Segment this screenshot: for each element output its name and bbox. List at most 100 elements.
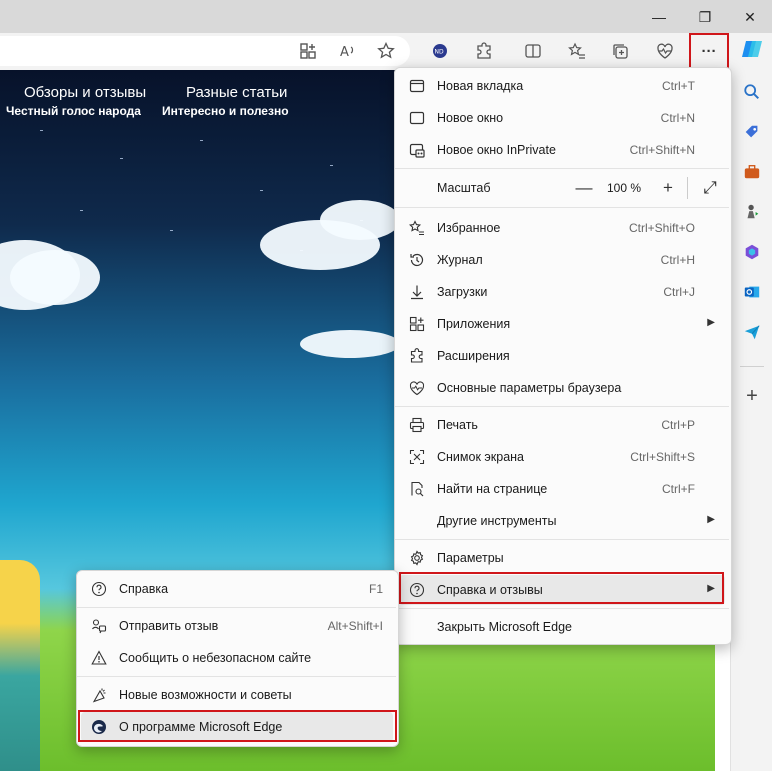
submenu-item-label: Новые возможности и советы (119, 688, 292, 702)
submenu-item-help[interactable]: Справка F1 (81, 574, 393, 604)
new-window-icon (409, 110, 425, 126)
drop-icon[interactable] (740, 320, 764, 344)
menu-item-shortcut: Ctrl+T (662, 79, 695, 93)
submenu-item-report-unsafe[interactable]: Сообщить о небезопасном сайте (81, 643, 393, 673)
menu-item-label: Новое окно (437, 111, 504, 125)
menu-item-label: Справка и отзывы (437, 583, 543, 597)
menu-item-label: Параметры (437, 551, 504, 565)
submenu-item-label: Сообщить о небезопасном сайте (119, 651, 312, 665)
apps-icon[interactable] (296, 39, 320, 63)
svg-text:ND: ND (435, 49, 444, 56)
menu-item-find[interactable]: Найти на странице Ctrl+F (399, 474, 725, 504)
svg-text:A: A (340, 45, 349, 60)
help-icon (91, 581, 107, 597)
zoom-divider (687, 177, 688, 199)
browser-essentials-icon (409, 380, 425, 396)
menu-item-shortcut: Ctrl+P (661, 418, 695, 432)
search-icon[interactable] (740, 80, 764, 104)
shopping-tag-icon[interactable] (740, 120, 764, 144)
nav-reviews-title: Обзоры и отзывы (24, 84, 147, 101)
zoom-label: Масштаб (437, 181, 491, 195)
split-screen-icon[interactable] (521, 39, 545, 63)
menu-item-label: Расширения (437, 349, 510, 363)
menu-item-shortcut: Ctrl+Shift+N (629, 143, 695, 157)
menu-item-shortcut: Ctrl+N (660, 111, 695, 125)
games-icon[interactable] (740, 200, 764, 224)
favorites-icon[interactable] (565, 39, 589, 63)
zoom-in-button[interactable]: + (655, 173, 681, 203)
minimize-button[interactable]: — (648, 6, 670, 28)
menu-item-label: Новая вкладка (437, 79, 524, 93)
screenshot-icon (409, 449, 425, 465)
menu-item-apps[interactable]: Приложения ▶ (399, 309, 725, 339)
menu-item-new-inprivate[interactable]: Новое окно InPrivate Ctrl+Shift+N (399, 135, 725, 165)
favorite-star-icon[interactable] (374, 39, 398, 63)
collections-icon[interactable] (608, 39, 632, 63)
submenu-separator (77, 676, 396, 677)
feedback-icon (91, 618, 107, 634)
menu-item-more-tools[interactable]: Другие инструменты ▶ (399, 506, 725, 536)
extension-badge-icon[interactable]: ND (428, 39, 452, 63)
close-window-button[interactable]: ✕ (739, 6, 761, 28)
submenu-item-about-edge[interactable]: О программе Microsoft Edge (81, 712, 393, 742)
add-icon[interactable]: + (740, 384, 764, 408)
menu-item-label: Найти на странице (437, 482, 548, 496)
menu-item-close-edge[interactable]: Закрыть Microsoft Edge (399, 612, 725, 642)
toolbar: A ND ··· (0, 33, 772, 70)
restore-button[interactable]: ❐ (694, 6, 716, 28)
submenu-item-label: Отправить отзыв (119, 619, 219, 633)
menu-item-new-window[interactable]: Новое окно Ctrl+N (399, 103, 725, 133)
submenu-item-label: О программе Microsoft Edge (119, 720, 283, 734)
menu-item-label: Другие инструменты (437, 514, 557, 528)
settings-more-icon[interactable]: ··· (697, 39, 721, 63)
menu-item-screenshot[interactable]: Снимок экрана Ctrl+Shift+S (399, 442, 725, 472)
edge-logo-icon (91, 719, 107, 735)
menu-item-label: Закрыть Microsoft Edge (437, 620, 572, 634)
menu-item-label: Новое окно InPrivate (437, 143, 556, 157)
menu-item-label: Снимок экрана (437, 450, 525, 464)
menu-item-history[interactable]: Журнал Ctrl+H (399, 245, 725, 275)
menu-item-downloads[interactable]: Загрузки Ctrl+J (399, 277, 725, 307)
submenu-item-send-feedback[interactable]: Отправить отзыв Alt+Shift+I (81, 611, 393, 641)
title-bar: — ❐ ✕ (0, 0, 772, 33)
submenu-item-whats-new[interactable]: Новые возможности и советы (81, 680, 393, 710)
sidebar-divider (740, 366, 764, 367)
chevron-right-icon: ▶ (707, 317, 715, 328)
copilot-icon[interactable] (740, 37, 764, 61)
menu-item-print[interactable]: Печать Ctrl+P (399, 410, 725, 440)
favorites-icon (408, 220, 425, 236)
menu-item-label: Печать (437, 418, 478, 432)
nav-articles-subtitle: Интересно и полезно (162, 104, 289, 118)
menu-item-settings[interactable]: Параметры (399, 543, 725, 573)
nav-reviews-link[interactable]: Обзоры и отзывы Честный голос народа (4, 84, 146, 118)
nav-reviews-subtitle: Честный голос народа (6, 104, 141, 118)
outlook-icon[interactable] (740, 280, 764, 304)
menu-separator (395, 207, 729, 208)
menu-item-browser-essentials[interactable]: Основные параметры браузера (399, 373, 725, 403)
submenu-item-shortcut: F1 (368, 582, 383, 596)
menu-item-help-feedback[interactable]: Справка и отзывы ▶ (399, 575, 725, 605)
tools-briefcase-icon[interactable] (740, 160, 764, 184)
nav-articles-title: Разные статьи (186, 84, 288, 101)
menu-separator (395, 406, 729, 407)
menu-item-favorites[interactable]: Избранное Ctrl+Shift+O (399, 213, 725, 243)
extensions-icon (409, 348, 425, 364)
menu-item-new-tab[interactable]: Новая вкладка Ctrl+T (399, 71, 725, 101)
menu-item-shortcut: Ctrl+F (662, 482, 695, 496)
menu-item-label: Загрузки (437, 285, 488, 299)
chevron-right-icon: ▶ (707, 583, 715, 594)
menu-item-extensions[interactable]: Расширения (399, 341, 725, 371)
menu-item-label: Основные параметры браузера (437, 381, 622, 395)
sparkle-icon (91, 687, 107, 703)
new-tab-icon (409, 78, 425, 94)
inprivate-icon (409, 142, 425, 158)
browser-essentials-icon[interactable] (653, 39, 677, 63)
menu-item-shortcut: Ctrl+Shift+O (628, 221, 695, 235)
help-submenu: Справка F1 Отправить отзыв Alt+Shift+I С… (76, 570, 399, 747)
fullscreen-button[interactable]: ⤢ (697, 173, 723, 203)
extensions-icon[interactable] (472, 39, 496, 63)
microsoft365-icon[interactable] (740, 240, 764, 264)
read-aloud-icon[interactable]: A (336, 39, 360, 63)
zoom-out-button[interactable]: — (571, 173, 597, 203)
nav-articles-link[interactable]: Разные статьи Интересно и полезно (162, 84, 289, 118)
